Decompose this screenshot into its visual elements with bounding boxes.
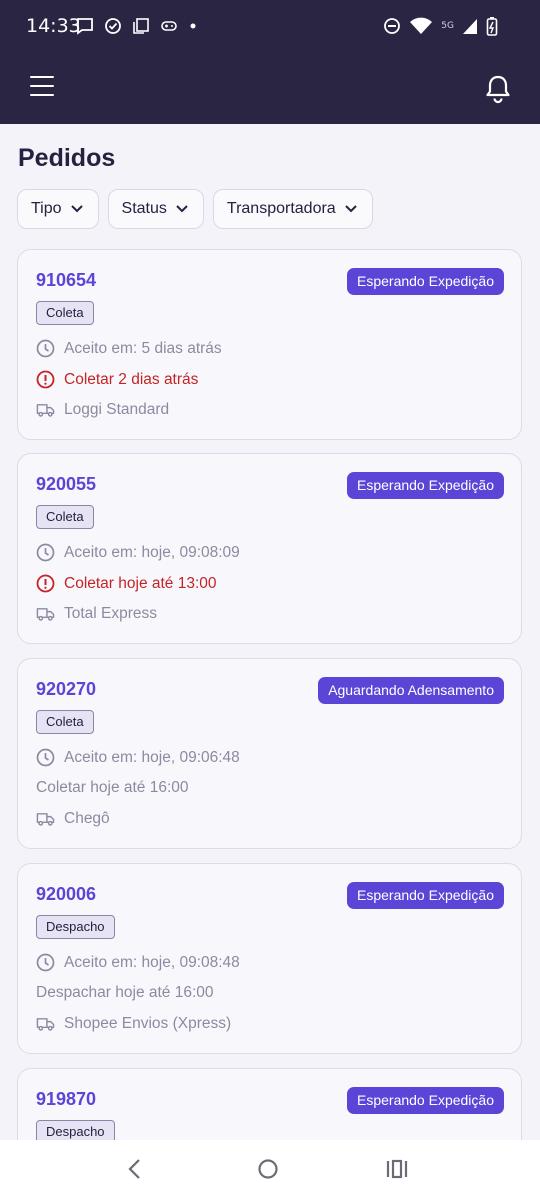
deadline-row: Despachar hoje até 16:00 [36,984,214,1002]
accepted-text: Aceito em: hoje, 09:08:48 [64,953,240,971]
back-icon[interactable] [126,1158,144,1180]
carrier-text: Total Express [64,604,158,622]
carrier-row: Total Express [36,604,157,623]
page-title: Pedidos [18,144,116,172]
clock-icon [36,748,55,767]
dot-icon [190,23,196,29]
deadline-text: Coletar hoje até 16:00 [36,779,189,796]
filter-status[interactable]: Status [107,189,204,229]
deadline-text: Despachar hoje até 16:00 [36,984,214,1001]
truck-icon [36,809,55,828]
order-id: 920055 [36,474,97,494]
status-time: 14:33 [26,15,81,37]
alert-circle-icon [36,370,55,389]
bell-icon[interactable] [484,74,512,104]
carrier-text: Chegô [64,809,110,827]
order-type-tag: Despacho [36,1120,115,1140]
carrier-text: Loggi Standard [64,400,170,418]
copy-icon [133,18,149,34]
truck-icon [36,604,55,623]
truck-icon [36,400,55,419]
carrier-row: Shopee Envios (Xpress) [36,1014,231,1033]
system-nav-bar [0,1140,540,1200]
chevron-down-icon [344,205,357,213]
filter-label: Transportadora [226,200,336,217]
accepted-text: Aceito em: hoje, 09:08:09 [64,543,240,561]
order-card[interactable]: 920006 Esperando Expedição Despacho Acei… [17,863,522,1054]
deadline-row: Coletar hoje até 16:00 [36,779,189,797]
status-badge: Esperando Expedição [347,268,504,295]
clock-icon [36,543,55,562]
status-badge: Aguardando Adensamento [318,677,504,704]
deadline-text: Coletar hoje até 13:00 [64,574,217,592]
order-card[interactable]: 910654 Esperando Expedição Coleta Aceito… [17,249,522,440]
carrier-row: Chegô [36,809,110,828]
filter-tipo[interactable]: Tipo [17,189,99,229]
order-type-tag: Coleta [36,505,94,529]
accepted-text: Aceito em: hoje, 09:06:48 [64,748,240,766]
accepted-row: Aceito em: hoje, 09:08:09 [36,543,240,562]
status-badge: Esperando Expedição [347,472,504,499]
accepted-row: Aceito em: hoje, 09:08:48 [36,953,240,972]
status-badge: Esperando Expedição [347,1087,504,1114]
alert-circle-icon [36,574,55,593]
deadline-row: Coletar hoje até 13:00 [36,574,217,593]
filter-label: Tipo [31,200,62,217]
order-id: 920006 [36,884,97,904]
gamepad-icon [161,21,177,31]
filter-transportadora[interactable]: Transportadora [212,189,373,229]
network-label: 5G [441,21,454,31]
order-card[interactable]: 919870 Esperando Expedição Despacho [17,1068,522,1140]
accepted-row: Aceito em: hoje, 09:06:48 [36,748,240,767]
clock-icon [36,339,55,358]
app-bar [0,52,540,124]
order-type-tag: Coleta [36,710,94,734]
chevron-down-icon [70,205,83,213]
message-icon [77,18,93,35]
order-id: 919870 [36,1089,97,1109]
accepted-row: Aceito em: 5 dias atrás [36,339,222,358]
truck-icon [36,1014,55,1033]
order-card[interactable]: 920055 Esperando Expedição Coleta Aceito… [17,453,522,644]
check-circle-icon [105,18,121,34]
filter-label: Status [121,200,167,217]
dnd-icon [384,18,401,34]
orders-screen: Pedidos Tipo Status Transportadora 91065… [0,124,540,1140]
filter-bar: Tipo Status Transportadora [17,189,373,229]
carrier-row: Loggi Standard [36,400,169,419]
signal-icon [463,19,477,34]
recents-icon[interactable] [386,1158,408,1180]
order-id: 920270 [36,679,97,699]
order-type-tag: Despacho [36,915,115,939]
wifi-icon [410,17,433,34]
carrier-text: Shopee Envios (Xpress) [64,1014,232,1032]
chevron-down-icon [176,205,188,213]
status-bar: 14:33 5G [0,0,540,52]
deadline-text: Coletar 2 dias atrás [64,370,199,388]
order-id: 910654 [36,270,97,290]
status-badge: Esperando Expedição [347,882,504,909]
home-icon[interactable] [257,1158,279,1180]
order-card[interactable]: 920270 Aguardando Adensamento Coleta Ace… [17,658,522,849]
deadline-row: Coletar 2 dias atrás [36,370,198,389]
clock-icon [36,953,55,972]
accepted-text: Aceito em: 5 dias atrás [64,339,222,357]
menu-icon[interactable] [30,76,54,98]
battery-icon [486,17,498,36]
order-type-tag: Coleta [36,301,94,325]
